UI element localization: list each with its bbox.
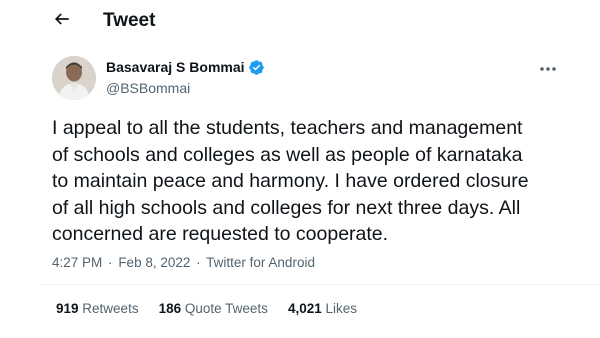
likes-label: Likes (325, 301, 358, 316)
more-horizontal-icon (539, 59, 557, 77)
page-title: Tweet (103, 10, 156, 31)
retweets-stat[interactable]: 919 Retweets (56, 301, 139, 317)
tweet-source[interactable]: Twitter for Android (206, 255, 315, 270)
likes-stat[interactable]: 4,021 Likes (288, 301, 357, 317)
tweet-stats: 919 Retweets 186 Quote Tweets 4,021 Like… (56, 301, 377, 317)
verified-badge-icon (248, 59, 265, 76)
quote-tweets-count: 186 (158, 301, 182, 316)
tweet-text-line: of all high schools and colleges for nex… (52, 196, 521, 219)
arrow-left-icon (52, 9, 72, 34)
tweet-text-line: concerned are requested to cooperate. (52, 223, 389, 245)
tweet-time[interactable]: 4:27 PM (52, 255, 102, 270)
divider (40, 284, 600, 285)
meta-separator: · (196, 255, 201, 270)
quote-tweets-stat[interactable]: 186 Quote Tweets (159, 301, 268, 317)
retweets-count: 919 (56, 301, 79, 316)
meta-separator: · (108, 255, 113, 270)
back-button[interactable] (50, 9, 74, 33)
likes-count: 4,021 (287, 301, 322, 316)
tweet-text-line: to maintain peace and harmony. I have or… (52, 170, 529, 192)
tweet-text: I appeal to all the students, teachers a… (52, 115, 592, 248)
quote-tweets-label: Quote Tweets (184, 301, 268, 316)
tweet-author: Basavaraj S Bommai @BSBommai (106, 58, 265, 97)
more-options-button[interactable] (538, 60, 558, 76)
top-header: Tweet (0, 0, 600, 44)
retweets-label: Retweets (82, 301, 139, 316)
tweet-text-line: of schools and colleges as well as peopl… (52, 143, 523, 166)
author-handle[interactable]: @BSBommai (106, 79, 265, 97)
author-display-name[interactable]: Basavaraj S Bommai (106, 58, 245, 76)
tweet-text-line: I appeal to all the students, teachers a… (52, 117, 523, 139)
tweet-date[interactable]: Feb 8, 2022 (118, 255, 190, 270)
tweet-metadata: 4:27 PM · Feb 8, 2022 · Twitter for Andr… (52, 255, 315, 271)
avatar[interactable] (52, 56, 96, 100)
